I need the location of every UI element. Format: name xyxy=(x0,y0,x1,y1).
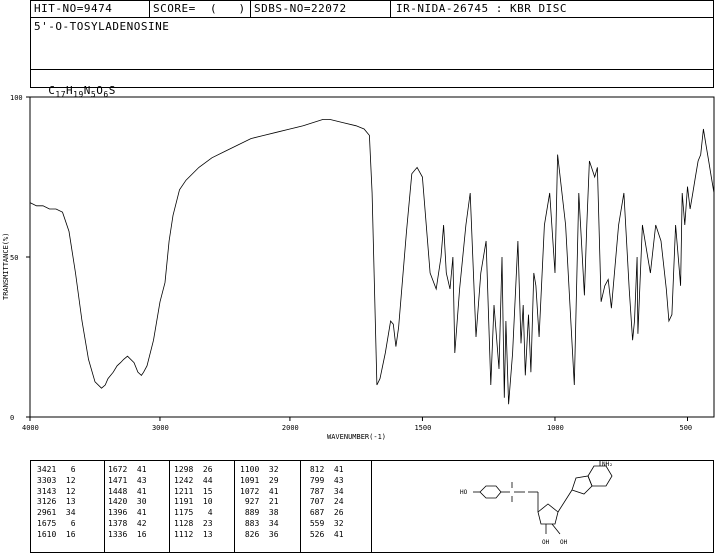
peak-column-5: 812 41 799 43 787 34 707 24 687 26 559 3… xyxy=(305,465,344,541)
peak-table-divider-3 xyxy=(234,460,235,553)
peak-entry: 1091 29 xyxy=(240,475,279,485)
peak-entry: 1471 43 xyxy=(108,475,147,485)
peak-entry: 889 38 xyxy=(240,508,279,518)
peak-entry: 799 43 xyxy=(305,475,344,485)
peak-table-divider-4 xyxy=(300,460,301,553)
peak-entry: 1112 13 xyxy=(174,529,213,539)
structure-label-oh-1: OH xyxy=(542,539,550,546)
x-tick-label: 2000 xyxy=(282,424,299,432)
peak-table-divider-1 xyxy=(104,460,105,553)
ir-spectrum-chart: 100500 4000 3000 2000 1500 1000 500 TRANSMITT… xyxy=(2,94,715,441)
peak-table-divider-2 xyxy=(169,460,170,553)
peak-entry: 1610 16 xyxy=(37,529,76,539)
x-axis: 4000 3000 2000 1500 1000 500 xyxy=(22,417,692,432)
peak-entry: 826 36 xyxy=(240,529,279,539)
y-tick-label: 100 xyxy=(10,94,23,102)
x-tick-label: 3000 xyxy=(152,424,169,432)
peak-entry: 2961 34 xyxy=(37,508,76,518)
x-tick-label: 1500 xyxy=(414,424,431,432)
peak-entry: 787 34 xyxy=(305,486,344,496)
y-tick-label: 0 xyxy=(10,414,14,422)
peak-column-2: 1672 41 1471 43 1448 41 1420 30 1396 41 1378 … xyxy=(108,465,147,541)
y-axis-label: TRANSMITTANCE(%) xyxy=(2,233,10,300)
peak-column-1: 3421 6 3303 12 3143 12 3126 13 2961 34 1675 6… xyxy=(37,465,76,541)
x-tick-label: 500 xyxy=(679,424,692,432)
plot-frame xyxy=(29,96,715,418)
y-tick-label: 50 xyxy=(10,254,18,262)
peak-entry: 3143 12 xyxy=(37,486,76,496)
structure-label-nh2: NH₂ xyxy=(602,461,613,468)
peak-entry: 1448 41 xyxy=(108,486,147,496)
x-axis-label: WAVENUMBER(-1) xyxy=(327,433,386,441)
x-tick-label: 4000 xyxy=(22,424,39,432)
peak-entry: 1072 41 xyxy=(240,486,279,496)
peak-entry: 1128 23 xyxy=(174,518,213,528)
peak-entry: 526 41 xyxy=(305,529,344,539)
x-tick-label: 1000 xyxy=(547,424,564,432)
peak-entry: 883 34 xyxy=(240,518,279,528)
peak-entry: 1396 41 xyxy=(108,508,147,518)
chemical-structure: HO NH₂ OH OH xyxy=(460,460,613,546)
peak-entry: 1211 15 xyxy=(174,486,213,496)
peak-entry: 3303 12 xyxy=(37,475,76,485)
peak-entry: 1672 41 xyxy=(108,465,147,474)
peak-entry: 1336 16 xyxy=(108,529,147,539)
peak-column-3: 1298 26 1242 44 1211 15 1191 10 1175 4 1128 2… xyxy=(174,465,213,541)
peak-entry: 1675 6 xyxy=(37,518,76,528)
peak-entry: 1378 42 xyxy=(108,518,147,528)
peak-entry: 559 32 xyxy=(305,518,344,528)
peak-entry: 3421 6 xyxy=(37,465,76,474)
peak-table-divider-5 xyxy=(371,460,372,553)
structure-label-oh-2: OH xyxy=(560,539,568,546)
peak-entry: 1175 4 xyxy=(174,508,213,518)
peak-entry: 1100 32 xyxy=(240,465,279,474)
structure-label-ho: HO xyxy=(460,489,468,496)
peak-entry: 707 24 xyxy=(305,497,344,507)
peak-entry: 927 21 xyxy=(240,497,279,507)
peak-entry: 1420 30 xyxy=(108,497,147,507)
peak-entry: 1298 26 xyxy=(174,465,213,474)
peak-entry: 1191 10 xyxy=(174,497,213,507)
y-axis: 100 50 0 xyxy=(10,94,30,422)
peak-entry: 687 26 xyxy=(305,508,344,518)
peak-entry: 812 41 xyxy=(305,465,344,474)
peak-column-4: 1100 32 1091 29 1072 41 927 21 889 38 883 … xyxy=(240,465,279,541)
spectrum-line xyxy=(29,119,715,405)
peak-entry: 3126 13 xyxy=(37,497,76,507)
peak-entry: 1242 44 xyxy=(174,475,213,485)
